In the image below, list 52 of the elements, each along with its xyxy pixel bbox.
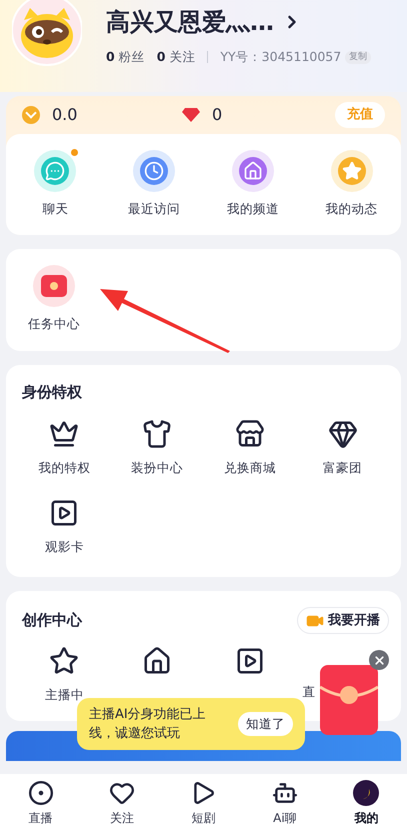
coin-icon [22,106,40,124]
diamond-icon [328,419,358,450]
moon-avatar-icon [353,780,380,806]
video-icon [234,646,265,676]
creation-item[interactable]: 直 [302,679,316,703]
start-live-button[interactable]: 我要开播 [297,606,389,634]
quick-action-item[interactable]: 最近访问 [104,150,204,219]
section-title: 创作中心 [20,610,84,632]
envelope-float-button[interactable] [320,665,378,735]
tab-bar-item[interactable]: 关注 [81,780,163,834]
privilege-item[interactable]: 观影卡 [18,498,111,557]
play-card-icon [49,498,80,528]
star-icon [49,646,80,676]
raccoon-avatar[interactable] [12,0,82,68]
diamond-icon [182,108,200,122]
privilege-item[interactable]: 装扮中心 [110,419,204,478]
task-center-item[interactable]: 任务中心 [28,265,80,334]
quick-action-item[interactable]: 我的频道 [204,150,302,219]
privilege-item[interactable]: 兑换商城 [204,419,296,478]
profile-name-link[interactable]: 高兴又恩爱灬… [106,4,372,40]
close-icon [372,654,386,666]
heart-icon [109,780,136,806]
channel-icon [232,150,274,192]
fans-count: 0 [106,48,115,66]
fans-label: 粉丝 [118,48,145,66]
yy-id: YY号：3045110057 [220,48,342,66]
tooltip-text: 主播AI分身功能已上线，诚邀您试玩 [89,706,207,743]
diamond-balance: 0 [212,104,224,126]
tab-bar-item[interactable]: Ai聊 [244,780,326,834]
follow-label: 关注 [169,48,196,66]
tab-bar-item[interactable]: 直播 [0,780,82,834]
tab-bar-item[interactable]: 短剧 [162,780,244,834]
crown-icon [49,419,80,450]
live-icon [28,780,54,806]
coin-balance: 0.0 [52,104,78,126]
store-icon [234,419,265,450]
recent-icon [133,150,176,192]
tab-bar-item[interactable]: 我的 [326,780,407,834]
chat-bot-icon [272,780,298,806]
privilege-item[interactable]: 富豪团 [296,419,389,478]
shirt-icon [142,419,172,450]
follow-count: 0 [156,48,166,66]
house-icon [142,646,172,676]
got-it-button[interactable]: 知道了 [238,712,293,736]
chat-icon [34,150,76,192]
quick-action-item[interactable]: 聊天 [6,150,105,219]
moments-icon [330,150,373,192]
creation-item[interactable]: 主播中 [18,646,111,705]
section-title: 身份特权 [21,382,83,403]
envelope-icon [33,265,75,308]
privilege-item[interactable]: 我的特权 [18,419,111,478]
quick-action-item[interactable]: 我的动态 [302,150,401,219]
